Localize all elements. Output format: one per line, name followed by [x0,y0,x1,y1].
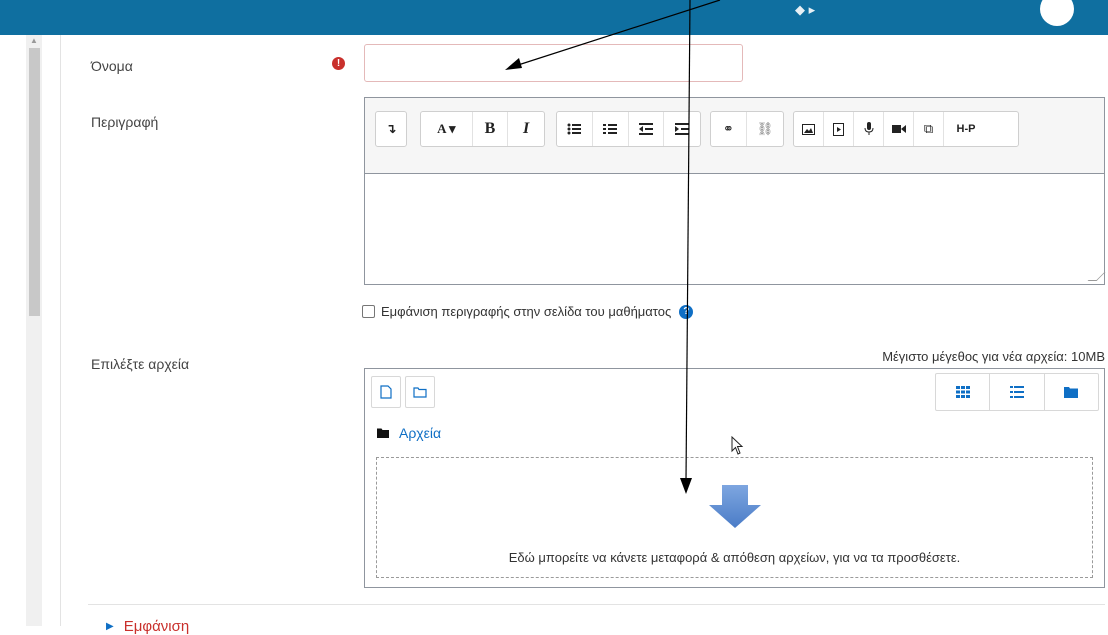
annotation-arrow-line-2 [685,0,691,481]
annotation-arrowhead-1 [505,58,522,70]
annotation-arrows [505,0,721,494]
annotation-arrowhead-2 [680,478,692,494]
